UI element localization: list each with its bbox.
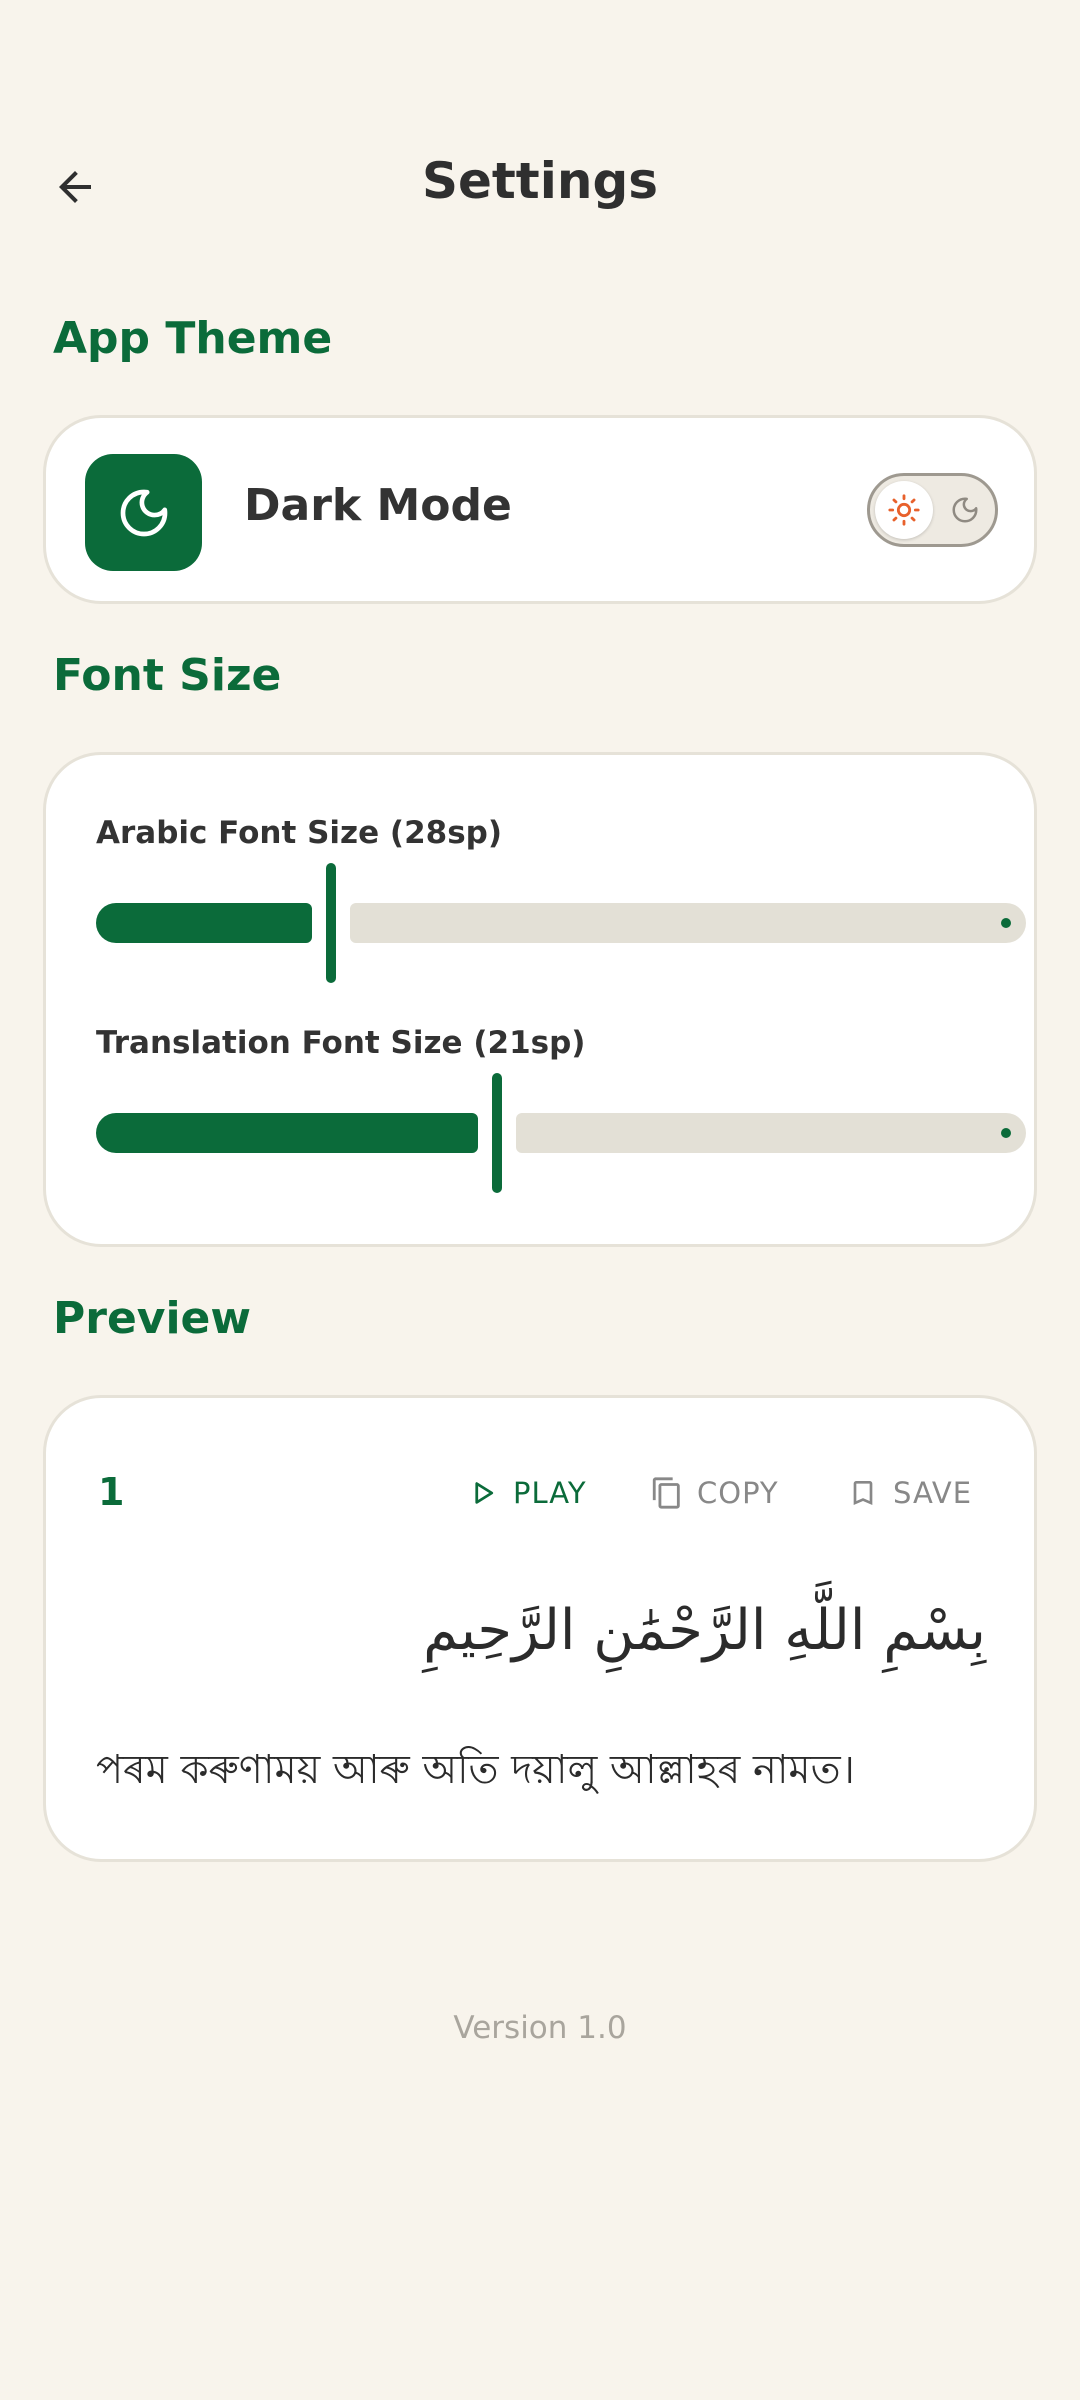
moon-icon <box>120 489 167 536</box>
moon-icon <box>952 497 978 523</box>
slider-active-track <box>96 1113 478 1153</box>
version-label: Version 1.0 <box>453 2010 627 2046</box>
toggle-thumb[interactable] <box>875 481 933 539</box>
preview-card: 1 PLAY COPY SAVE بِسْمِ اللَّهِ الرَّحْم… <box>43 1395 1037 1862</box>
dark-mode-toggle[interactable] <box>867 473 998 547</box>
slider-handle[interactable] <box>492 1073 502 1193</box>
top-app-bar: Settings <box>0 130 1080 240</box>
save-button[interactable]: SAVE <box>843 1468 972 1518</box>
page-title: Settings <box>421 152 658 210</box>
play-label: PLAY <box>513 1476 587 1510</box>
copy-icon <box>647 1473 687 1513</box>
translation-text: পৰম কৰুণাময় আৰু অতি দয়ালু আল্লাহৰ নামত… <box>96 1747 855 1793</box>
slider-stop-indicator <box>1001 918 1011 928</box>
play-icon <box>463 1473 503 1513</box>
toggle-moon-icon-wrap <box>949 494 981 526</box>
font-size-card: Arabic Font Size (28sp) Translation Font… <box>43 752 1037 1247</box>
translation-font-size-label: Translation Font Size (21sp) <box>96 1025 586 1061</box>
dark-mode-label: Dark Mode <box>244 480 512 531</box>
save-label: SAVE <box>893 1476 973 1510</box>
translation-font-size-slider[interactable] <box>96 1073 1026 1193</box>
dark-mode-card: Dark Mode <box>43 415 1037 604</box>
play-button[interactable]: PLAY <box>463 1468 587 1518</box>
section-title-font-size: Font Size <box>53 650 282 701</box>
verse-number: 1 <box>98 1470 125 1514</box>
copy-button[interactable]: COPY <box>647 1468 779 1518</box>
arabic-verse-text: بِسْمِ اللَّهِ الرَّحْمَٰنِ الرَّحِيمِ <box>423 1598 986 1663</box>
slider-handle[interactable] <box>326 863 336 983</box>
bookmark-icon <box>843 1473 883 1513</box>
copy-label: COPY <box>697 1476 779 1510</box>
section-title-app-theme: App Theme <box>53 313 333 364</box>
sun-icon <box>888 494 920 526</box>
dark-mode-icon-box <box>85 454 202 571</box>
arabic-font-size-label: Arabic Font Size (28sp) <box>96 815 503 851</box>
slider-active-track <box>96 903 312 943</box>
arabic-font-size-slider[interactable] <box>96 863 1026 983</box>
slider-stop-indicator <box>1001 1128 1011 1138</box>
slider-inactive-track <box>516 1113 1026 1153</box>
slider-inactive-track <box>350 903 1026 943</box>
section-title-preview: Preview <box>53 1293 252 1344</box>
